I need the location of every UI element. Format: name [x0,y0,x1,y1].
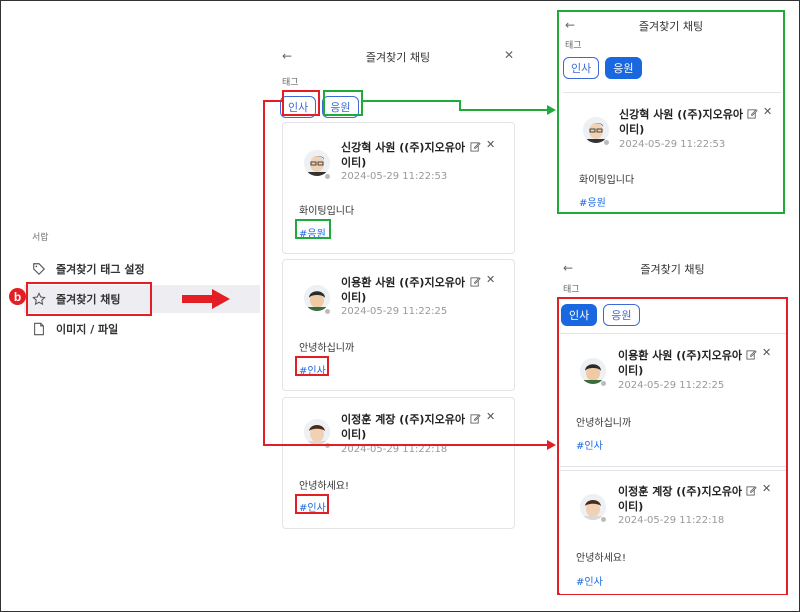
back-arrow-icon[interactable]: ← [565,18,575,32]
sender-name-line2: 이티) [619,123,645,136]
sender-name-line2: 이티) [618,364,644,377]
tag-row: 인사 응원 [563,57,779,79]
status-dot [603,139,610,146]
favorite-chat-panel-insa: ← 즐겨찾기 채팅 태그 인사 응원 이용환 사원 ((주)지오유아 이티) 2… [557,256,788,596]
back-arrow-icon[interactable]: ← [563,261,573,275]
hashtag[interactable]: #응원 [579,194,606,209]
tags-label: 태그 [563,285,580,295]
message-text: 안녕하십니까 [576,418,632,429]
panel-header: ← 즐겨찾기 채팅 [563,16,779,36]
sender-name: 이용환 사원 ((주)지오유아 이티) [618,348,742,378]
message-text: 화이팅입니다 [579,175,635,186]
panel-header: ← 즐겨찾기 채팅 [561,258,784,280]
message-text: 안녕하세요! [576,553,627,564]
tag-insa[interactable]: 인사 [563,57,600,79]
tag-eungwon-active[interactable]: 응원 [605,57,642,79]
favorite-chat-panel-eungwon: ← 즐겨찾기 채팅 태그 인사 응원 신강혁 사원 ((주)지오유아 이티) 2… [557,10,785,214]
edit-icon[interactable] [746,485,757,496]
sender-name-line1: 이용환 사원 ((주)지오유아 [618,349,742,362]
edit-icon[interactable] [746,349,757,360]
timestamp: 2024-05-29 11:22:25 [618,380,725,391]
sender-name-line1: 이정훈 계장 ((주)지오유아 [618,485,742,498]
tag-eungwon[interactable]: 응원 [603,304,640,326]
edit-icon[interactable] [747,108,758,119]
chat-card[interactable]: 신강혁 사원 ((주)지오유아 이티) 2024-05-29 11:22:53 … [563,92,781,212]
chat-card[interactable]: 이정훈 계장 ((주)지오유아 이티) 2024-05-29 11:22:18 … [560,470,786,594]
hashtag[interactable]: #인사 [576,573,603,588]
remove-icon[interactable]: ✕ [762,346,771,359]
panel-title: 즐겨찾기 채팅 [638,20,704,33]
timestamp: 2024-05-29 11:22:18 [618,515,725,526]
sender-name: 이정훈 계장 ((주)지오유아 이티) [618,484,742,514]
tag-insa-active[interactable]: 인사 [561,304,598,326]
remove-icon[interactable]: ✕ [762,482,771,495]
panel-title: 즐겨찾기 채팅 [640,263,705,276]
remove-icon[interactable]: ✕ [763,105,772,118]
results-highlight-box: 인사 응원 이용환 사원 ((주)지오유아 이티) 2024-05-29 11:… [557,297,788,595]
status-dot [600,516,607,523]
chat-card[interactable]: 이용환 사원 ((주)지오유아 이티) 2024-05-29 11:22:25 … [560,333,786,467]
tags-label: 태그 [565,41,582,51]
tag-row: 인사 응원 [561,304,786,326]
sender-name-line2: 이티) [618,500,644,513]
timestamp: 2024-05-29 11:22:53 [619,139,726,150]
status-dot [600,380,607,387]
sender-name-line1: 신강혁 사원 ((주)지오유아 [619,108,743,121]
hashtag[interactable]: #인사 [576,437,603,452]
sender-name: 신강혁 사원 ((주)지오유아 이티) [619,107,743,137]
